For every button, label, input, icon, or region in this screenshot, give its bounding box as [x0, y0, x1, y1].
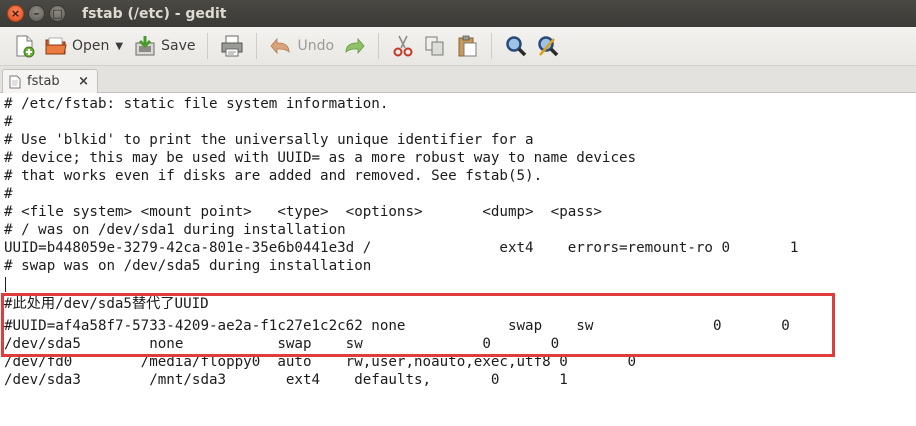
- minimize-window-button[interactable]: –: [28, 5, 45, 22]
- undo-button[interactable]: Undo: [265, 30, 338, 62]
- editor-line: /dev/sda5 none swap sw 0 0: [4, 336, 560, 352]
- editor-line: # <file system> <mount point> <type> <op…: [4, 204, 602, 220]
- editor-line: /dev/fd0 /media/floppy0 auto rw,user,noa…: [4, 354, 637, 370]
- open-recent-dropdown-icon[interactable]: ▼: [115, 41, 123, 52]
- cut-button[interactable]: [387, 30, 419, 62]
- document-tab-bar: fstab ×: [0, 66, 916, 93]
- editor-line: /dev/sda3 /mnt/sda3 ext4 defaults, 0 1: [4, 372, 568, 388]
- editor-line: # /etc/fstab: static file system informa…: [4, 96, 389, 112]
- editor-line: #: [4, 186, 13, 202]
- editor-line: # device; this may be used with UUID= as…: [4, 150, 637, 166]
- redo-button[interactable]: [338, 30, 370, 62]
- text-file-icon: [9, 75, 21, 88]
- open-button-label: Open: [72, 38, 110, 54]
- close-tab-icon[interactable]: ×: [78, 74, 89, 89]
- toolbar-separator: [491, 33, 493, 59]
- print-button[interactable]: [216, 30, 248, 62]
- find-replace-button[interactable]: [532, 30, 564, 62]
- find-button[interactable]: [500, 30, 532, 62]
- editor-line: # Use 'blkid' to print the universally u…: [4, 132, 534, 148]
- scissors-icon: [393, 35, 413, 57]
- editor-line: #UUID=af4a58f7-5733-4209-ae2a-f1c27e1c2c…: [4, 318, 790, 334]
- tab-fstab[interactable]: fstab ×: [2, 69, 98, 93]
- text-cursor: [5, 277, 6, 292]
- copy-button[interactable]: [419, 30, 451, 62]
- new-document-button[interactable]: [8, 30, 40, 62]
- paste-icon: [458, 35, 477, 57]
- paste-button[interactable]: [451, 30, 483, 62]
- close-window-button[interactable]: ×: [7, 5, 24, 22]
- editor-line: UUID=b448059e-3279-42ca-801e-35e6b0441e3…: [4, 240, 799, 256]
- editor-line: #此处用/dev/sda5替代了UUID: [4, 296, 209, 312]
- open-button[interactable]: Open: [40, 30, 113, 62]
- toolbar-separator: [207, 33, 209, 59]
- find-replace-icon: [538, 36, 559, 57]
- undo-button-label: Undo: [297, 38, 335, 54]
- toolbar-separator: [256, 33, 258, 59]
- editor-line: #: [4, 114, 13, 130]
- tab-label: fstab: [27, 74, 60, 89]
- folder-open-icon: [45, 37, 67, 55]
- toolbar-separator: [378, 33, 380, 59]
- toolbar: Open ▼ Save Undo: [0, 27, 916, 66]
- title-bar: × – □ fstab (/etc) - gedit: [0, 0, 916, 27]
- maximize-window-button[interactable]: □: [49, 5, 66, 22]
- save-button-label: Save: [161, 38, 196, 54]
- printer-icon: [221, 35, 243, 57]
- window-title: fstab (/etc) - gedit: [82, 5, 227, 22]
- save-button[interactable]: Save: [129, 30, 199, 62]
- undo-icon: [270, 37, 290, 55]
- copy-icon: [425, 36, 444, 56]
- editor-line: # / was on /dev/sda1 during installation: [4, 222, 346, 238]
- redo-icon: [345, 37, 365, 55]
- search-icon: [506, 36, 527, 57]
- save-icon: [135, 36, 155, 56]
- window-controls: × – □: [7, 5, 66, 22]
- new-document-icon: [16, 35, 35, 58]
- editor-line: # that works even if disks are added and…: [4, 168, 543, 184]
- text-editor[interactable]: # /etc/fstab: static file system informa…: [0, 93, 916, 426]
- editor-line: # swap was on /dev/sda5 during installat…: [4, 258, 372, 274]
